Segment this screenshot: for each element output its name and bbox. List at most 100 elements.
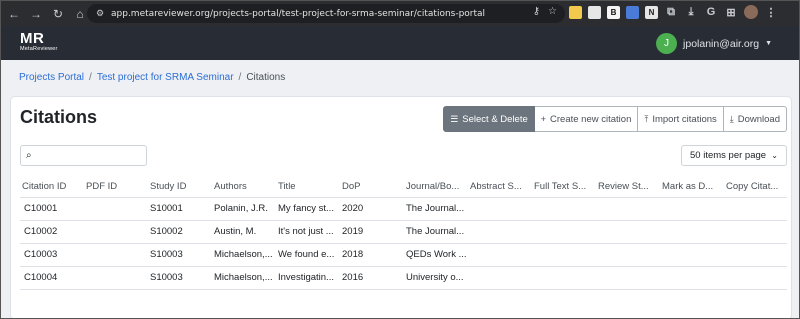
extension-yellow-icon[interactable]: [569, 5, 582, 19]
table-cell: C10002: [20, 220, 84, 244]
column-header[interactable]: Citation ID: [20, 177, 84, 198]
table-cell: [468, 266, 532, 290]
column-header[interactable]: Study ID: [148, 177, 212, 198]
bookmark-star-icon[interactable]: ☆: [548, 6, 557, 17]
table-cell: My fancy st...: [276, 197, 340, 221]
back-icon[interactable]: ←: [5, 5, 23, 23]
forward-icon[interactable]: →: [27, 5, 45, 23]
table-cell: S10003: [148, 243, 212, 267]
table-cell: [532, 266, 596, 290]
table-cell: [724, 243, 787, 267]
extension-grid-icon[interactable]: ⊞: [724, 6, 738, 19]
table-cell: [532, 220, 596, 244]
download-label: Download: [737, 113, 780, 125]
password-key-icon[interactable]: ⚷: [533, 6, 540, 17]
table-row[interactable]: C10003 S10003 Michaelson,... We found e.…: [20, 243, 787, 267]
table-cell: Polanin, J.R.: [212, 197, 276, 221]
site-info-icon[interactable]: ⚙: [93, 7, 107, 21]
extension-n-icon[interactable]: N: [645, 5, 658, 19]
select-delete-button[interactable]: ☰ Select & Delete: [443, 106, 535, 132]
table-row[interactable]: C10001 S10001 Polanin, J.R. My fancy st.…: [20, 197, 787, 221]
address-bar[interactable]: ⚙ app.metareviewer.org/projects-portal/t…: [87, 4, 565, 23]
column-header[interactable]: Mark as D...: [660, 177, 724, 198]
extension-blue-icon[interactable]: [626, 5, 639, 19]
table-cell: Investigatin...: [276, 266, 340, 290]
table-cell: University o...: [404, 266, 468, 290]
search-box[interactable]: ⌕: [20, 145, 147, 166]
table-cell: [532, 197, 596, 221]
table-cell: [84, 220, 148, 244]
table-cell: 2019: [340, 220, 404, 244]
extension-page-icon[interactable]: [588, 5, 601, 19]
table-cell: [596, 243, 660, 267]
table-cell: S10002: [148, 220, 212, 244]
extensions-puzzle-icon[interactable]: ⧉: [664, 6, 678, 19]
browser-menu-icon[interactable]: ⋮: [764, 6, 778, 19]
select-delete-label: Select & Delete: [462, 113, 528, 125]
plus-icon: +: [540, 114, 547, 124]
download-button[interactable]: ⤓ Download: [723, 106, 787, 132]
column-header[interactable]: Journal/Bo...: [404, 177, 468, 198]
table-cell: [468, 197, 532, 221]
checklist-icon: ☰: [450, 113, 459, 124]
grammarly-icon[interactable]: G: [704, 6, 718, 19]
citations-table: Citation ID PDF ID Study ID Authors Titl…: [20, 177, 787, 290]
table-cell: [84, 243, 148, 267]
breadcrumb: Projects Portal / Test project for SRMA …: [19, 72, 285, 83]
extension-b-icon[interactable]: B: [607, 5, 620, 19]
column-header[interactable]: Abstract S...: [468, 177, 532, 198]
column-header[interactable]: Authors: [212, 177, 276, 198]
table-cell: The Journal...: [404, 197, 468, 221]
column-header[interactable]: Title: [276, 177, 340, 198]
table-header-row: Citation ID PDF ID Study ID Authors Titl…: [20, 177, 787, 198]
items-per-page-select[interactable]: 50 items per page ⌄: [681, 145, 787, 166]
profile-avatar-icon[interactable]: [744, 5, 758, 19]
table-row[interactable]: C10004 S10003 Michaelson,... Investigati…: [20, 266, 787, 290]
table-cell: S10001: [148, 197, 212, 221]
breadcrumb-projects-portal[interactable]: Projects Portal: [19, 72, 84, 83]
column-header[interactable]: Review St...: [596, 177, 660, 198]
app-header: MR MetaReviewer J jpolanin@air.org ▼: [1, 26, 799, 60]
browser-window: ← → ↻ ⌂ ⚙ app.metareviewer.org/projects-…: [0, 0, 800, 319]
table-cell: [596, 266, 660, 290]
table-cell: Michaelson,...: [212, 243, 276, 267]
brand-name: MetaReviewer: [20, 46, 58, 52]
column-header[interactable]: Full Text S...: [532, 177, 596, 198]
table-cell: [660, 220, 724, 244]
items-per-page-value: 50 items per page: [690, 150, 767, 161]
table-cell: [532, 243, 596, 267]
table-cell: [468, 243, 532, 267]
table-cell: 2016: [340, 266, 404, 290]
table-cell: [468, 220, 532, 244]
reload-icon[interactable]: ↻: [49, 5, 67, 23]
table-cell: It's not just ...: [276, 220, 340, 244]
download-icon: ⤓: [729, 113, 734, 124]
column-header[interactable]: Copy Citat...: [724, 177, 787, 198]
table-cell: C10004: [20, 266, 84, 290]
download-icon[interactable]: ⤓: [684, 6, 698, 19]
table-row[interactable]: C10002 S10002 Austin, M. It's not just .…: [20, 220, 787, 244]
column-header[interactable]: PDF ID: [84, 177, 148, 198]
table-cell: Austin, M.: [212, 220, 276, 244]
search-input[interactable]: [35, 150, 136, 161]
table-cell: S10003: [148, 266, 212, 290]
page-title: Citations: [20, 107, 98, 127]
create-citation-button[interactable]: + Create new citation: [534, 106, 639, 132]
table-cell: C10001: [20, 197, 84, 221]
breadcrumb-current: Citations: [246, 72, 286, 83]
brand-logo[interactable]: MR MetaReviewer: [20, 31, 58, 53]
chevron-down-icon: ⌄: [771, 151, 778, 160]
import-citations-button[interactable]: ⤒ Import citations: [638, 106, 724, 132]
user-avatar: J: [656, 33, 678, 54]
table-cell: 2020: [340, 197, 404, 221]
breadcrumb-project[interactable]: Test project for SRMA Seminar: [97, 72, 234, 83]
user-menu[interactable]: J jpolanin@air.org ▼: [656, 33, 772, 54]
table-cell: [84, 197, 148, 221]
upload-icon: ⤒: [644, 113, 649, 124]
table-cell: [596, 220, 660, 244]
page-content: Projects Portal / Test project for SRMA …: [1, 60, 799, 318]
import-citations-label: Import citations: [652, 113, 717, 125]
browser-toolbar: ← → ↻ ⌂ ⚙ app.metareviewer.org/projects-…: [1, 1, 799, 26]
column-header[interactable]: DoP: [340, 177, 404, 198]
table-cell: [84, 266, 148, 290]
